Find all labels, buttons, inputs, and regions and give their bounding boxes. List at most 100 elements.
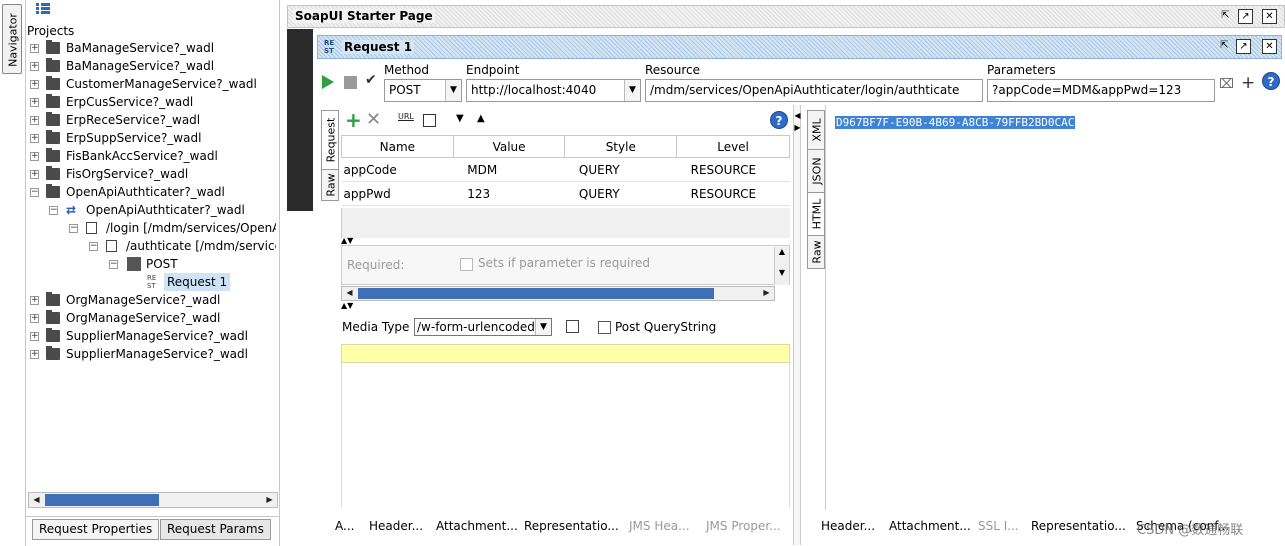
tab-request-properties[interactable]: Request Properties [32, 519, 160, 540]
post-querystring-checkbox[interactable] [598, 321, 611, 334]
expand-icon[interactable]: + [30, 332, 39, 341]
tree-item-project[interactable]: + FisOrgService?_wadl [26, 165, 276, 183]
expand-icon[interactable]: + [30, 296, 39, 305]
maximize-icon[interactable]: ↗ [1238, 9, 1253, 24]
tab-representations[interactable]: Representatio... [524, 519, 619, 533]
tree-item-project[interactable]: + ErpCusService?_wadl [26, 93, 276, 111]
details-horizontal-scrollbar[interactable]: ◀ ▶ [341, 286, 775, 301]
collapse-icon[interactable]: − [49, 206, 58, 215]
endpoint-combo[interactable]: http://localhost:4040 ▼ [466, 79, 641, 102]
tab-attachments[interactable]: Attachment... [436, 519, 518, 533]
submit-request-icon[interactable] [322, 75, 334, 89]
tree-item-method[interactable]: − POST [26, 255, 276, 273]
navigator-tab[interactable]: Navigator [2, 4, 22, 74]
scroll-left-icon[interactable]: ◀ [30, 494, 43, 506]
help-icon[interactable]: ? [770, 111, 788, 129]
tab-headers[interactable]: Header... [369, 519, 423, 533]
collapse-icon[interactable]: − [89, 242, 98, 251]
column-header-name[interactable]: Name [341, 135, 454, 158]
uri-params-icon[interactable]: URL [398, 112, 414, 121]
resource-field[interactable]: /mdm/services/OpenApiAuthticater/login/a… [645, 79, 983, 102]
param-level-cell[interactable]: RESOURCE [676, 157, 790, 182]
tree-item-resource[interactable]: − /login [/mdm/services/OpenA [26, 219, 276, 237]
expand-icon[interactable]: + [30, 80, 39, 89]
tree-item-project[interactable]: + FisBankAccService?_wadl [26, 147, 276, 165]
collapse-icon[interactable]: − [69, 224, 78, 233]
tree-item-request[interactable]: RE ST Request 1 [26, 273, 276, 291]
splitter-handle-icon[interactable]: ▲▼ [341, 301, 353, 310]
tree-item-project[interactable]: + BaManageService?_wadl [26, 57, 276, 75]
tree-item-interface[interactable]: − ⇄ OpenApiAuthticater?_wadl [26, 201, 276, 219]
expand-icon[interactable]: + [30, 62, 39, 71]
scroll-right-icon[interactable]: ▶ [760, 287, 773, 299]
param-style-cell[interactable]: QUERY [564, 157, 677, 182]
expand-icon[interactable]: + [30, 350, 39, 359]
assertion-check-icon[interactable]: ✔ [365, 72, 377, 88]
restore-icon[interactable]: ⇱ [1217, 39, 1232, 54]
param-style-cell[interactable]: QUERY [564, 181, 677, 206]
required-checkbox[interactable] [460, 258, 473, 271]
restore-icon[interactable]: ⇱ [1218, 9, 1233, 24]
request-body-area[interactable] [341, 363, 790, 508]
tree-item-project[interactable]: + SupplierManageService?_wadl [26, 345, 276, 363]
tree-item-project[interactable]: + BaManageService?_wadl [26, 39, 276, 57]
navigator-horizontal-scrollbar[interactable]: ◀ ▶ [28, 492, 278, 508]
tree-item-project[interactable]: + SupplierManageService?_wadl [26, 327, 276, 345]
column-header-value[interactable]: Value [452, 135, 566, 158]
request-body-editor[interactable] [341, 344, 790, 363]
param-level-cell[interactable]: RESOURCE [676, 181, 790, 206]
tree-item-project-expanded[interactable]: − OpenApiAuthticater?_wadl [26, 183, 276, 201]
param-name-cell[interactable]: appCode [341, 157, 454, 182]
tab-attachments[interactable]: Attachment... [889, 519, 971, 533]
tab-auth[interactable]: A... [335, 519, 354, 533]
tab-json[interactable]: JSON [807, 149, 825, 193]
collapse-right-icon[interactable]: ▶ [794, 123, 801, 132]
expand-icon[interactable]: + [30, 152, 39, 161]
request-response-splitter[interactable]: ◀ ▶ [793, 105, 801, 545]
param-name-cell[interactable]: appPwd [341, 181, 454, 206]
media-type-select[interactable]: /w-form-urlencoded ▼ [414, 318, 552, 336]
tab-representations[interactable]: Representatio... [1031, 519, 1126, 533]
expand-icon[interactable]: + [30, 134, 39, 143]
details-vertical-scrollbar[interactable]: ▲ ▼ [774, 247, 789, 285]
close-icon[interactable]: ✕ [1262, 39, 1277, 54]
tree-item-project[interactable]: + OrgManageService?_wadl [26, 309, 276, 327]
add-param-icon[interactable]: + [345, 110, 362, 130]
scroll-left-icon[interactable]: ◀ [343, 287, 356, 299]
edit-params-icon[interactable]: ⌧ [1219, 77, 1234, 92]
tree-root-projects[interactable]: Projects [27, 22, 74, 40]
tab-headers[interactable]: Header... [821, 519, 875, 533]
collapse-icon[interactable]: − [30, 188, 39, 197]
scrollbar-thumb[interactable] [45, 494, 159, 506]
tab-html[interactable]: HTML [807, 192, 825, 236]
splitter-handle-icon[interactable]: ▲▼ [341, 236, 353, 245]
scroll-right-icon[interactable]: ▶ [263, 494, 276, 506]
chevron-down-icon[interactable]: ▼ [445, 80, 461, 101]
column-header-style[interactable]: Style [564, 135, 678, 158]
table-row[interactable]: appCode MDM QUERY RESOURCE [341, 157, 790, 182]
tree-item-project[interactable]: + ErpReceService?_wadl [26, 111, 276, 129]
tree-item-project[interactable]: + ErpSuppService?_wadl [26, 129, 276, 147]
parameters-field[interactable]: ?appCode=MDM&appPwd=123 [987, 79, 1215, 102]
column-header-level[interactable]: Level [676, 135, 790, 158]
close-icon[interactable]: ✕ [1262, 9, 1277, 24]
move-down-icon[interactable]: ▼ [456, 113, 464, 124]
expand-icon[interactable]: + [30, 98, 39, 107]
tree-item-project[interactable]: + CustomerManageService?_wadl [26, 75, 276, 93]
chevron-down-icon[interactable]: ▼ [535, 319, 551, 335]
params-options-icon[interactable] [423, 114, 436, 127]
add-icon[interactable]: + [1241, 73, 1255, 93]
tab-xml[interactable]: XML [807, 110, 825, 150]
remove-param-icon[interactable]: ✕ [366, 110, 381, 130]
expand-icon[interactable]: + [30, 116, 39, 125]
table-row[interactable]: appPwd 123 QUERY RESOURCE [341, 181, 790, 206]
collapse-left-icon[interactable]: ◀ [794, 111, 801, 120]
tab-raw[interactable]: Raw [321, 169, 339, 201]
tree-item-project[interactable]: + OrgManageService?_wadl [26, 291, 276, 309]
param-value-cell[interactable]: 123 [453, 181, 565, 206]
method-select[interactable]: POST ▼ [384, 79, 462, 102]
help-icon[interactable]: ? [1262, 72, 1280, 90]
list-view-icon[interactable] [36, 3, 50, 15]
response-content-area[interactable] [825, 105, 1281, 510]
response-text[interactable]: D967BF7F-E90B-4B69-A8CB-79FFB2BD0CAC [835, 116, 1076, 129]
